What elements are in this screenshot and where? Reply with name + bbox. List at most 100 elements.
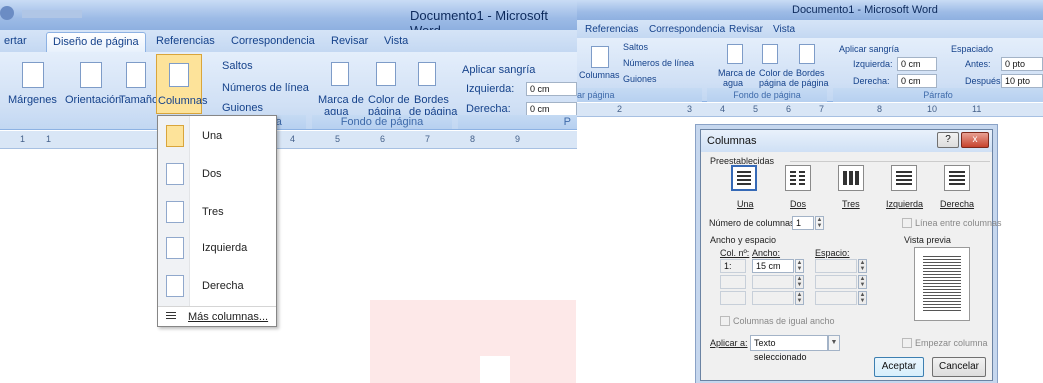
page-color-icon [762,44,778,64]
horizontal-ruler[interactable]: 2 3 4 5 6 7 8 10 11 [577,103,1043,117]
more-columns-icon [166,312,176,321]
group-fondo-label: Fondo de página [312,115,452,129]
divider [790,161,990,162]
preset-dos-button[interactable] [785,165,811,191]
one-column-icon [737,171,751,185]
breaks-button[interactable]: Saltos [222,60,253,72]
width-input-row1[interactable]: 15 cm [752,259,794,273]
menu-item-label: Izquierda [202,242,248,254]
three-columns-icon [843,171,859,185]
horizontal-ruler[interactable]: 1 1 4 5 6 7 8 9 [0,131,577,149]
width-input-row2 [752,275,794,289]
group-parrafo-label: P [458,115,577,129]
ruler-number: 9 [515,134,521,144]
indent-left-input[interactable]: 0 cm [897,57,937,71]
office-button-icon[interactable] [0,6,14,20]
tab-referencias[interactable]: Referencias [150,32,221,52]
ruler-number: 8 [877,104,883,114]
ribbon: Márgenes Orientación Tamaño Columnas Sal… [0,52,577,130]
line-between-checkbox[interactable] [902,218,912,228]
apply-to-select[interactable]: Texto seleccionado [750,335,828,362]
preset-derecha-label: Derecha [940,199,975,209]
spacing-before-input[interactable]: 0 pto [1001,57,1043,71]
columns-icon [169,63,189,87]
indent-left-label: Izquierda: [466,83,515,95]
two-columns-icon [790,171,796,185]
preset-tres-label: Tres [842,199,860,209]
spacing-after-input[interactable]: 10 pto [1001,74,1043,88]
width-input-row3 [752,291,794,305]
line-numbers-button[interactable]: Números de línea [222,82,309,94]
menu-item-more-columns[interactable]: Más columnas... [158,306,276,326]
ruler-number: 8 [470,134,476,144]
columns-dropdown-menu: Una Dos Tres Izquierda Derecha Más colum… [157,115,277,327]
page-borders-button[interactable]: Bordes [796,68,825,78]
margins-button[interactable]: Márgenes [8,94,57,106]
group-pagina-label: ar página [577,88,702,102]
column-count-spinner[interactable]: ▲ ▼ [815,216,824,230]
page-borders-button[interactable]: Bordes [414,94,449,106]
indent-heading: Aplicar sangría [462,64,536,76]
tab-revisar[interactable]: Revisar [325,32,374,52]
chevron-down-icon[interactable]: ▼ [828,335,840,351]
line-numbers-button[interactable]: Números de línea [623,58,694,68]
quick-access-toolbar[interactable] [22,10,82,18]
menu-item-izquierda[interactable]: Izquierda [158,230,276,266]
page-color-button[interactable]: Color de [759,68,793,78]
tab-insertar[interactable]: ertar [0,32,33,52]
close-button[interactable]: x [961,132,989,148]
spacing-before-label: Antes: [965,59,991,69]
indent-left-input[interactable]: 0 cm [526,82,577,96]
preset-tres-button[interactable] [838,165,864,191]
tab-correspondencia[interactable]: Correspondencia [225,32,321,52]
apply-to-label: Aplicar a: [710,338,748,348]
watermark-button[interactable]: Marca de [718,68,756,78]
two-columns-icon-part [799,171,805,185]
hyphenation-button[interactable]: Guiones [623,74,657,84]
tab-vista[interactable]: Vista [378,32,414,52]
menu-item-derecha[interactable]: Derecha [158,268,276,304]
columns-button[interactable]: Columnas [579,70,620,80]
hyphenation-button[interactable]: Guiones [222,102,263,114]
watermark-button[interactable]: Marca de [318,94,364,106]
indent-right-input[interactable]: 0 cm [526,102,577,116]
ruler-number: 1 [46,134,52,144]
page-borders-icon [799,44,815,64]
columns-button[interactable]: Columnas [156,54,208,114]
tab-diseno-pagina[interactable]: Diseño de página [46,32,146,52]
more-columns-label: Más columnas... [188,311,269,323]
column-count-input[interactable]: 1 [792,216,814,230]
accept-button[interactable]: Aceptar [874,357,924,377]
page-color-icon [376,62,396,86]
start-column-label: Empezar columna [915,338,988,348]
watermark-icon [727,44,743,64]
breaks-button[interactable]: Saltos [623,42,648,52]
col-number-cell [720,291,746,305]
columns-label: Columnas [158,95,208,107]
ruler-number: 4 [290,134,296,144]
preset-izquierda-button[interactable] [891,165,917,191]
width-spinner-row1[interactable]: ▲ ▼ [795,259,804,273]
preset-una-button[interactable] [731,165,757,191]
preset-derecha-button[interactable] [944,165,970,191]
dialog-titlebar: Columnas ? x [701,130,992,152]
width-spacing-heading: Ancho y espacio [710,235,777,245]
cancel-button[interactable]: Cancelar [932,357,986,377]
help-button[interactable]: ? [937,132,959,148]
start-column-checkbox[interactable] [902,338,912,348]
page-color-button[interactable]: Color de [368,94,410,106]
ruler-number: 6 [380,134,386,144]
columns-icon [591,46,609,68]
spacing-spinner-row1: ▲ ▼ [858,259,867,273]
orientation-button[interactable]: Orientación [65,94,121,106]
indent-right-input[interactable]: 0 cm [897,74,937,88]
ruler-number: 1 [20,134,26,144]
title-bar: Documento1 - Microsoft Word [577,0,1043,20]
ruler-number: 6 [786,104,792,114]
menu-item-dos[interactable]: Dos [158,156,276,192]
menu-item-una[interactable]: Una [158,118,276,154]
size-icon [126,62,146,88]
equal-width-checkbox[interactable] [720,316,730,326]
menu-item-tres[interactable]: Tres [158,194,276,230]
size-button[interactable]: Tamaño [119,94,158,106]
